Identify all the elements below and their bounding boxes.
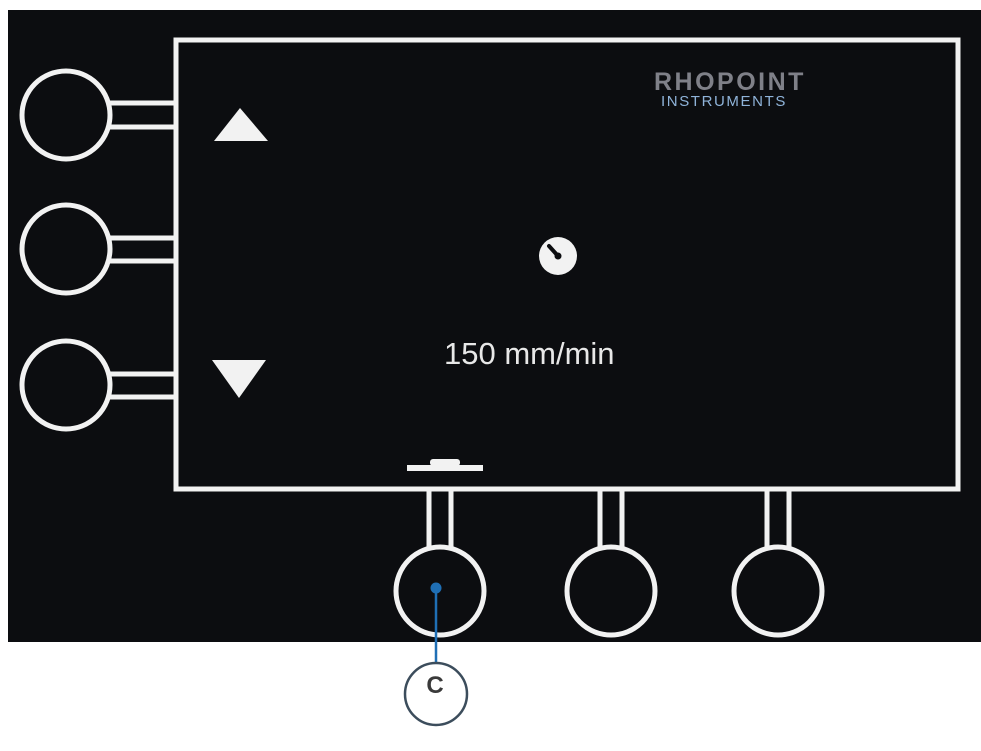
up-arrow-icon — [214, 108, 268, 141]
callout-label: C — [426, 672, 444, 699]
soft-key-bottom-3[interactable] — [731, 489, 825, 638]
soft-key-bottom-2[interactable] — [564, 489, 658, 638]
gauge-icon — [539, 237, 577, 275]
soft-key-left-1[interactable] — [19, 68, 176, 162]
panel-graphics — [19, 37, 961, 727]
soft-key-bottom-1[interactable] — [393, 489, 487, 638]
brand-logo-line1: RHOPOINT — [654, 68, 806, 96]
soft-key-left-3[interactable] — [19, 338, 176, 432]
callout-marker — [403, 582, 469, 727]
brand-logo-line2: INSTRUMENTS — [661, 93, 787, 110]
down-arrow-icon — [212, 360, 266, 398]
tab-indicator — [407, 459, 483, 471]
soft-key-left-2[interactable] — [19, 202, 176, 296]
speed-readout: 150 mm/min — [444, 336, 615, 371]
